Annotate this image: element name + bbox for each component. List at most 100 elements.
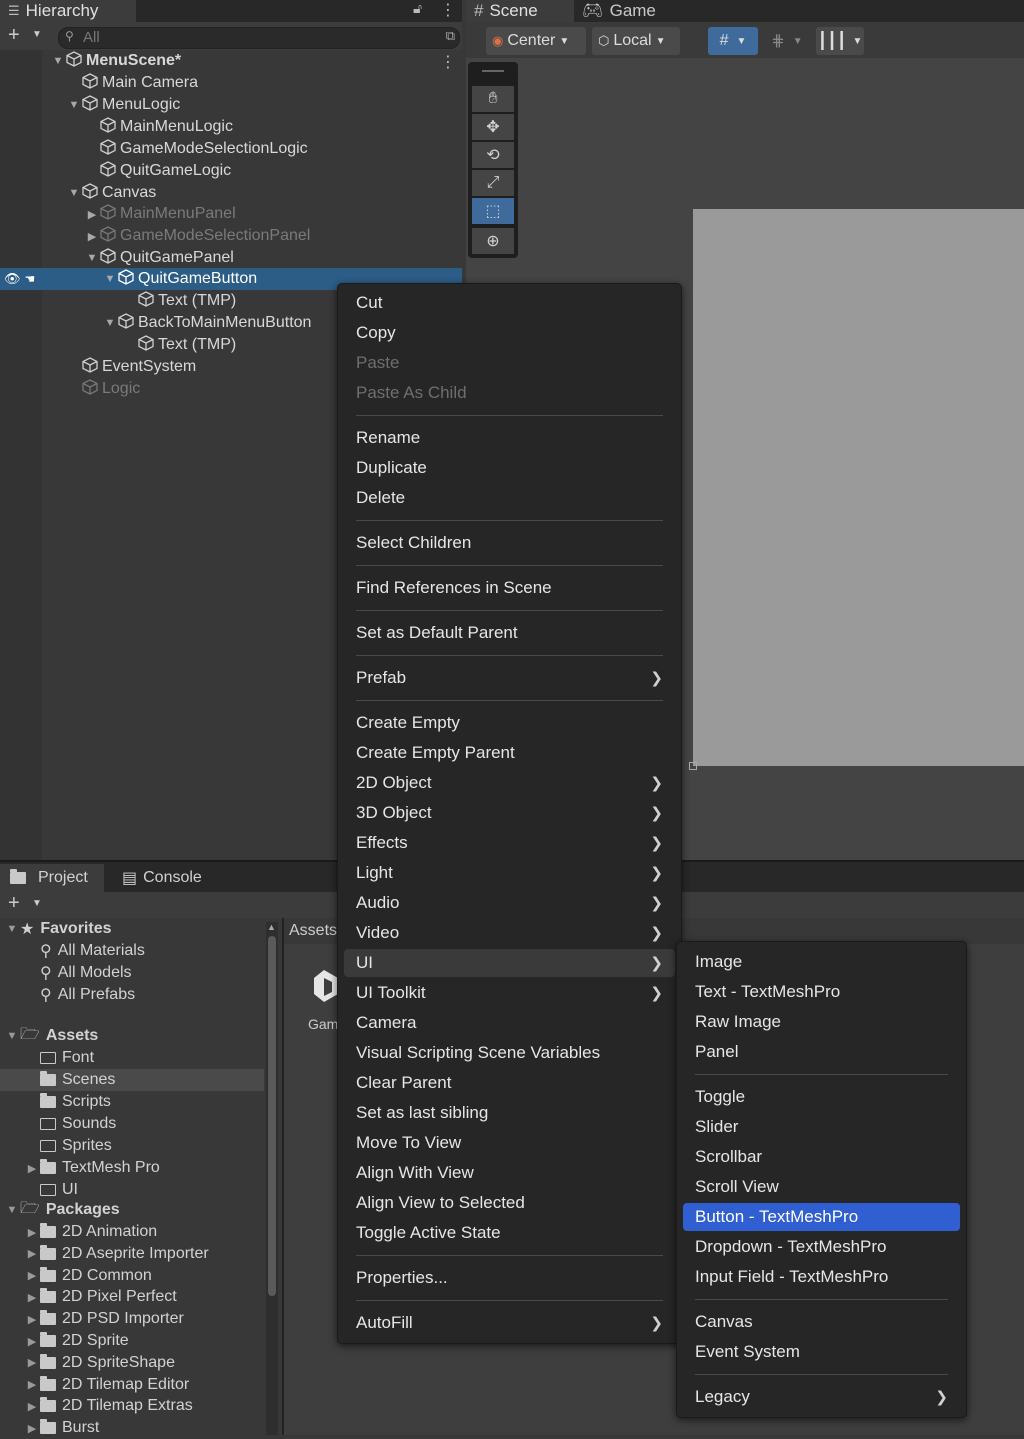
context-menu-item[interactable]: Create Empty (344, 709, 675, 737)
ui-submenu-item[interactable]: Text - TextMeshPro (683, 978, 960, 1006)
asset-item[interactable]: Gam (308, 966, 340, 1036)
ui-submenu-item[interactable]: Legacy ❯ (683, 1383, 960, 1411)
transform-tool[interactable]: ⊕ (472, 228, 514, 254)
context-menu-item[interactable]: Find References in Scene (344, 574, 675, 602)
hierarchy-row[interactable]: Logic (66, 378, 140, 400)
expand-arrow-icon[interactable]: ▼ (4, 1030, 20, 1042)
hierarchy-row[interactable]: ▶ GameModeSelectionPanel (84, 225, 310, 247)
lock-icon[interactable]: 🔓︎ (413, 0, 422, 17)
hierarchy-row[interactable]: ▼ QuitGamePanel (84, 247, 234, 269)
collapse-arrow-icon[interactable]: ▶ (24, 1335, 40, 1348)
scene-more-icon[interactable]: ⋮ (440, 52, 456, 72)
hierarchy-row[interactable]: Text (TMP) (122, 334, 236, 356)
tab-game[interactable]: 🎮︎ Game (574, 0, 672, 22)
context-menu-item[interactable]: Duplicate (344, 454, 675, 482)
eye-icon[interactable]: 👁︎ (4, 271, 21, 287)
chevron-down-icon[interactable]: ▼ (32, 29, 42, 40)
expand-arrow-icon[interactable]: ▼ (102, 273, 118, 285)
scene-root-row[interactable]: ▼ MenuScene* (50, 50, 181, 72)
hand-tool[interactable]: ✋︎ (472, 86, 514, 112)
context-menu-item[interactable]: Clear Parent (344, 1069, 675, 1097)
context-menu-item[interactable]: Toggle Active State (344, 1219, 675, 1247)
folder-row[interactable]: ▶ Burst (24, 1417, 99, 1439)
folder-row[interactable]: ▶ 2D Common (24, 1265, 152, 1287)
context-menu-item[interactable]: Audio ❯ (344, 889, 675, 917)
context-menu-item[interactable]: UI ❯ (344, 949, 675, 977)
expand-arrow-icon[interactable]: ▼ (102, 317, 118, 329)
context-menu-item[interactable]: Cut (344, 289, 675, 317)
ui-submenu-item[interactable]: Image (683, 948, 960, 976)
collapse-arrow-icon[interactable]: ▶ (84, 208, 100, 221)
ui-submenu-item[interactable]: Panel (683, 1038, 960, 1066)
ui-submenu-item[interactable]: Scroll View (683, 1173, 960, 1201)
context-menu-item[interactable]: Camera (344, 1009, 675, 1037)
tab-project[interactable]: Project (0, 864, 104, 892)
expand-arrow-icon[interactable]: ▼ (84, 252, 100, 264)
hierarchy-row[interactable]: ▼ BackToMainMenuButton (102, 312, 311, 334)
folder-row[interactable]: ▶ 2D PSD Importer (24, 1308, 184, 1330)
rect-tool[interactable]: ⬚ (472, 198, 514, 224)
scrollbar-thumb[interactable] (268, 936, 276, 1296)
folder-row[interactable]: ▶ 2D Tilemap Editor (24, 1374, 189, 1396)
ui-submenu-item[interactable]: Button - TextMeshPro (683, 1203, 960, 1231)
folder-row[interactable]: Scenes (24, 1069, 115, 1091)
folder-row[interactable]: ⚲ All Prefabs (24, 984, 135, 1006)
grid-snap-toggle[interactable]: # ▼ (708, 27, 758, 55)
space-toggle[interactable]: ⬡ Local ▼ (592, 27, 680, 55)
context-menu-item[interactable]: AutoFill ❯ (344, 1309, 675, 1337)
expand-arrow-icon[interactable]: ▼ (50, 55, 66, 67)
ruler-toggle[interactable]: ┃┃┃ ▼ (816, 27, 864, 55)
context-menu-item[interactable]: Set as Default Parent (344, 619, 675, 647)
context-menu-item[interactable]: Prefab ❯ (344, 664, 675, 692)
folder-row[interactable]: ⚲ All Models (24, 962, 132, 984)
collapse-arrow-icon[interactable]: ▶ (24, 1162, 40, 1175)
folder-row[interactable]: ▼ 🗁︎ Packages (4, 1199, 120, 1221)
more-icon[interactable]: ⋮ (440, 0, 456, 20)
context-menu-item[interactable]: Align View to Selected (344, 1189, 675, 1217)
collapse-arrow-icon[interactable]: ▶ (24, 1400, 40, 1413)
expand-arrow-icon[interactable]: ▼ (66, 187, 82, 199)
folder-row[interactable]: ▶ 2D Aseprite Importer (24, 1243, 209, 1265)
increment-snap-toggle[interactable]: ⋕ ▼ (764, 27, 810, 55)
context-menu-item[interactable]: Copy (344, 319, 675, 347)
collapse-arrow-icon[interactable]: ▶ (24, 1247, 40, 1260)
collapse-arrow-icon[interactable]: ▶ (24, 1269, 40, 1282)
folder-row[interactable]: ▶ 2D Animation (24, 1221, 157, 1243)
context-menu-item[interactable]: Move To View (344, 1129, 675, 1157)
collapse-arrow-icon[interactable]: ▶ (24, 1356, 40, 1369)
search-scene-icon[interactable]: ⧉ (446, 28, 455, 44)
scroll-up-icon[interactable]: ▲ (267, 922, 276, 932)
ui-submenu-item[interactable]: Dropdown - TextMeshPro (683, 1233, 960, 1261)
folder-row[interactable]: Sounds (24, 1113, 116, 1135)
folder-row[interactable]: Sprites (24, 1135, 112, 1157)
ui-submenu-item[interactable]: Scrollbar (683, 1143, 960, 1171)
ui-submenu-item[interactable]: Raw Image (683, 1008, 960, 1036)
context-menu-item[interactable]: Select Children (344, 529, 675, 557)
palette-grip[interactable] (482, 70, 504, 72)
hierarchy-row[interactable]: EventSystem (66, 356, 196, 378)
context-menu-item[interactable]: Properties... (344, 1264, 675, 1292)
folder-row[interactable]: ▶ 2D Pixel Perfect (24, 1286, 177, 1308)
folder-row[interactable]: ▶ 2D Tilemap Extras (24, 1395, 193, 1417)
tree-scrollbar[interactable]: ▲ (266, 922, 278, 1435)
context-menu-item[interactable]: Rename (344, 424, 675, 452)
search-input[interactable]: ⚲ All ⧉ (58, 27, 460, 49)
tab-console[interactable]: ▤ Console (112, 864, 232, 892)
rotate-tool[interactable]: ⟲ (472, 142, 514, 168)
folder-row[interactable]: ⚲ All Materials (24, 940, 145, 962)
breadcrumb-assets[interactable]: Assets (289, 922, 337, 940)
add-icon[interactable]: + (8, 24, 20, 47)
collapse-arrow-icon[interactable]: ▶ (24, 1422, 40, 1435)
folder-row[interactable]: Font (24, 1047, 94, 1069)
pivot-toggle[interactable]: ◉ Center ▼ (486, 27, 586, 55)
collapse-arrow-icon[interactable]: ▶ (24, 1291, 40, 1304)
hierarchy-row[interactable]: ▼ Canvas (66, 182, 156, 204)
ui-submenu-item[interactable]: Canvas (683, 1308, 960, 1336)
hierarchy-row[interactable]: GameModeSelectionLogic (84, 138, 308, 160)
folder-row[interactable]: ▶ TextMesh Pro (24, 1157, 160, 1179)
expand-arrow-icon[interactable]: ▼ (66, 99, 82, 111)
expand-arrow-icon[interactable]: ▼ (4, 923, 20, 935)
context-menu-item[interactable]: UI Toolkit ❯ (344, 979, 675, 1007)
context-menu-item[interactable]: Light ❯ (344, 859, 675, 887)
folder-row[interactable]: ▼ 🗁︎ Assets (4, 1025, 99, 1047)
